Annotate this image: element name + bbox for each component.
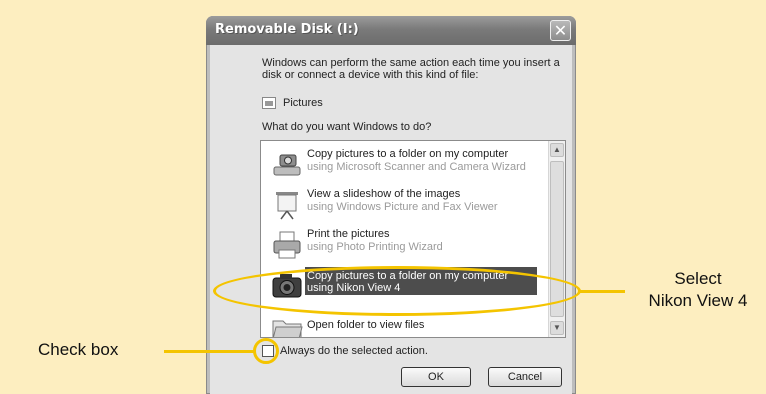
- content-type-label: Pictures: [283, 97, 323, 109]
- projector-screen-icon: [276, 192, 298, 220]
- select-callout-line1: Select: [674, 269, 722, 288]
- list-scrollbar[interactable]: ▲ ▼: [548, 141, 565, 337]
- checkbox-leader-line: [164, 350, 254, 353]
- folder-icon: [272, 320, 303, 337]
- scroll-up-icon[interactable]: ▲: [550, 143, 564, 157]
- action-subtitle: using Photo Printing Wizard: [307, 241, 443, 253]
- action-title: Open folder to view files: [307, 319, 425, 331]
- select-leader-line: [580, 290, 625, 293]
- action-title: Print the pictures: [307, 228, 390, 240]
- list-item[interactable]: Copy pictures to a folder on my computer…: [267, 145, 537, 185]
- select-callout-line2: Nikon View 4: [648, 291, 748, 310]
- action-subtitle: using Microsoft Scanner and Camera Wizar…: [307, 161, 526, 173]
- dialog-title: Removable Disk (I:): [215, 22, 359, 37]
- content-type-row: Pictures: [262, 95, 323, 111]
- action-title: Copy pictures to a folder on my computer: [307, 148, 509, 160]
- select-callout: Select Nikon View 4: [630, 268, 766, 312]
- action-question: What do you want Windows to do?: [262, 121, 432, 133]
- close-button[interactable]: ✕: [550, 20, 571, 41]
- list-item[interactable]: View a slideshow of the images using Win…: [267, 185, 537, 225]
- list-item[interactable]: Print the pictures using Photo Printing …: [267, 225, 537, 265]
- printer-icon: [273, 231, 301, 259]
- dialog-description: Windows can perform the same action each…: [262, 57, 560, 81]
- checkbox-highlight-circle: [253, 338, 279, 364]
- camera-scanner-icon: [273, 154, 301, 176]
- action-subtitle: using Windows Picture and Fax Viewer: [307, 201, 498, 213]
- scroll-down-icon[interactable]: ▼: [550, 321, 564, 335]
- title-bar: Removable Disk (I:) ✕: [206, 16, 576, 45]
- cancel-button[interactable]: Cancel: [488, 367, 562, 387]
- autoplay-dialog: Removable Disk (I:) ✕ Windows can perfor…: [206, 16, 576, 394]
- checkbox-label: Always do the selected action.: [280, 345, 428, 357]
- highlight-ellipse: [213, 266, 581, 316]
- pictures-icon: [262, 97, 276, 109]
- ok-button[interactable]: OK: [401, 367, 471, 387]
- action-title: View a slideshow of the images: [307, 188, 461, 200]
- checkbox-callout: Check box: [38, 340, 119, 359]
- always-do-row: Always do the selected action.: [262, 345, 428, 357]
